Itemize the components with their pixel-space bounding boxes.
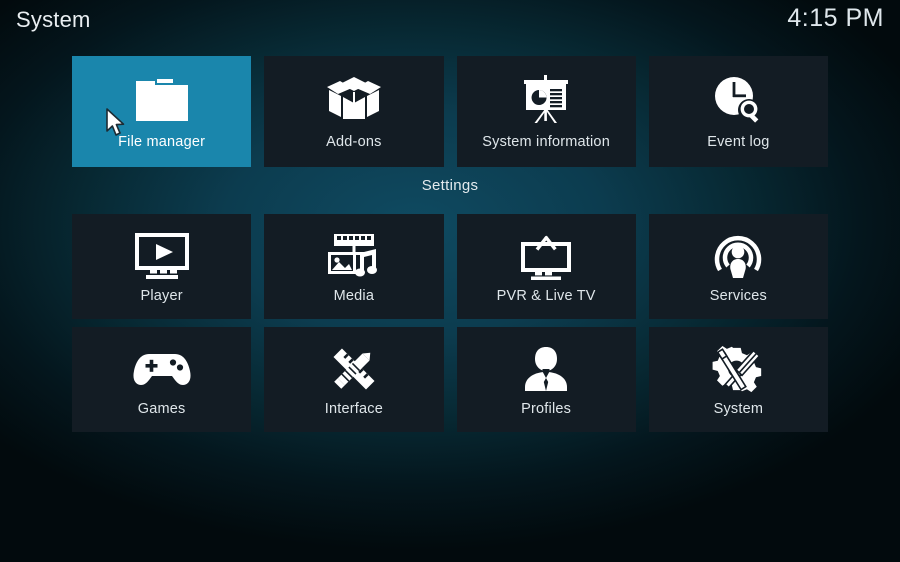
gear-tools-icon [706,345,770,393]
tile-file-manager[interactable]: File manager [72,56,252,167]
tile-label: Player [140,288,183,304]
tile-label: Games [137,401,186,417]
broadcast-person-icon [706,232,770,280]
presentation-board-icon [514,74,578,126]
open-box-icon [322,74,386,126]
tile-label: Profiles [521,401,572,417]
section-label-settings: Settings [421,177,479,194]
settings-row-2-grid: Games Interface Profiles System [72,327,828,432]
film-photo-music-icon [322,232,386,280]
tile-media[interactable]: Media [264,214,444,319]
tile-profiles[interactable]: Profiles [456,327,636,432]
monitor-play-icon [130,232,194,280]
tile-event-log[interactable]: Event log [648,56,828,167]
folder-icon [130,74,194,126]
tile-label: System information [482,134,610,150]
tile-services[interactable]: Services [648,214,828,319]
clock-label: 4:15 PM [787,4,884,32]
settings-row-1-grid: Player Media PVR & Live TV Services [72,214,828,319]
tile-system-information[interactable]: System information [456,56,636,167]
page-title: System [16,7,91,32]
window-header: System 4:15 PM [0,0,900,44]
tile-row-top: File manager Add-ons System information … [72,56,828,167]
tile-label: File manager [118,134,206,150]
tile-interface[interactable]: Interface [264,327,444,432]
clock-search-icon [706,74,770,126]
tile-label: Media [333,288,375,304]
pencil-ruler-icon [322,345,386,393]
tile-games[interactable]: Games [72,327,252,432]
gamepad-icon [130,345,194,393]
top-row-grid: File manager Add-ons System information … [72,56,828,167]
tile-label: Add-ons [326,134,382,150]
tile-player[interactable]: Player [72,214,252,319]
tile-label: PVR & Live TV [496,288,596,304]
tv-antenna-icon [514,232,578,280]
tile-label: System [713,401,764,417]
tile-pvr-live-tv[interactable]: PVR & Live TV [456,214,636,319]
tile-row-settings-1: Player Media PVR & Live TV Services [72,214,828,319]
tile-row-settings-2: Games Interface Profiles System [72,327,828,432]
tile-label: Interface [324,401,383,417]
tile-add-ons[interactable]: Add-ons [264,56,444,167]
tile-label: Services [709,288,767,304]
person-bust-icon [514,345,578,393]
tile-system[interactable]: System [648,327,828,432]
kodi-system-screen: System 4:15 PM File manager Add-ons Syst… [0,0,900,562]
tile-label: Event log [707,134,770,150]
